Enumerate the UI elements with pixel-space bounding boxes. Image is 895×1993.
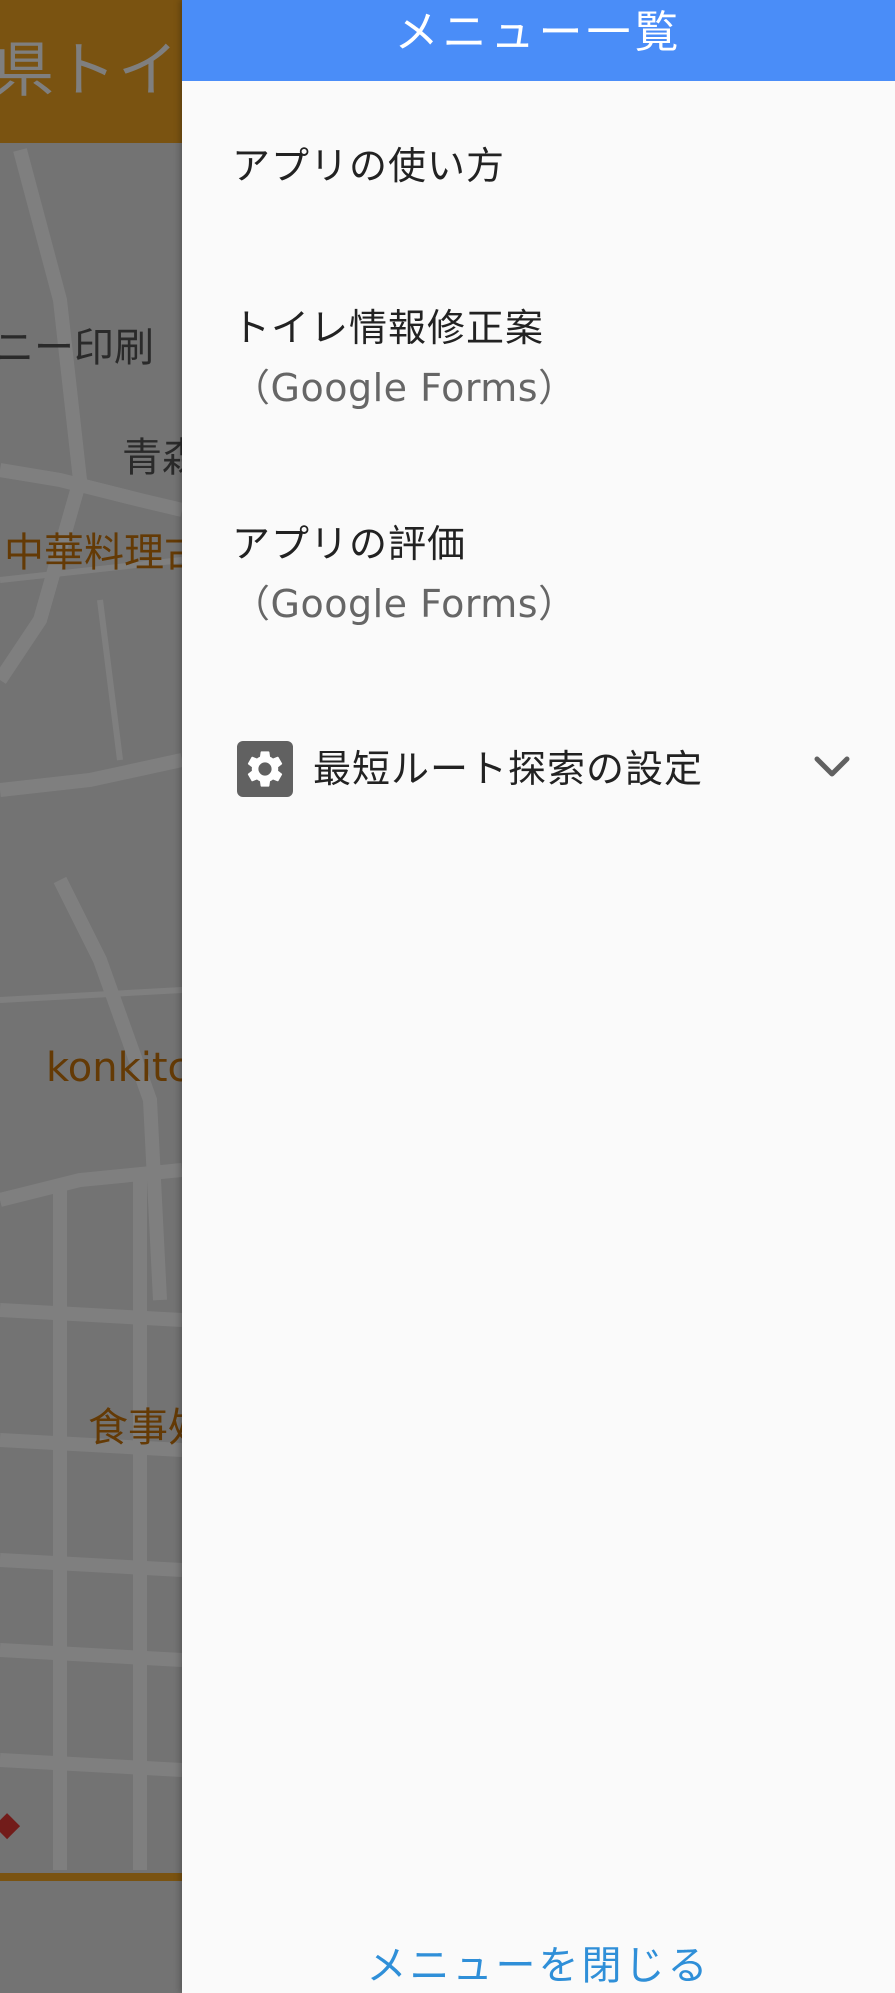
menu-item-subtitle: （Google Forms） [232, 366, 577, 410]
close-menu-button[interactable]: メニューを閉じる [182, 1938, 895, 1993]
menu-item-how-to-use[interactable]: アプリの使い方 [232, 140, 855, 192]
navigation-drawer: メニュー一覧 アプリの使い方 トイレ情報修正案 （Google Forms） ア… [182, 0, 895, 1993]
menu-item-title: アプリの使い方 [232, 144, 506, 188]
gear-icon [237, 741, 293, 797]
menu-item-toilet-info-correction[interactable]: トイレ情報修正案 （Google Forms） [232, 302, 855, 414]
menu-item-title: アプリの評価 [232, 522, 467, 566]
route-settings-label: 最短ルート探索の設定 [313, 747, 704, 791]
app-screen: 県トイレ ニー印刷 青森 中華料理古 konkitch 食事処 ◆ メニュー一覧… [0, 0, 895, 1993]
menu-item-app-rating[interactable]: アプリの評価 （Google Forms） [232, 518, 855, 630]
menu-item-route-search-settings[interactable]: 最短ルート探索の設定 [237, 740, 850, 798]
menu-item-subtitle: （Google Forms） [232, 582, 577, 626]
menu-item-title: トイレ情報修正案 [232, 306, 545, 350]
chevron-down-icon[interactable] [814, 752, 850, 782]
drawer-scrim[interactable] [0, 0, 182, 1993]
drawer-header: メニュー一覧 [182, 0, 895, 81]
